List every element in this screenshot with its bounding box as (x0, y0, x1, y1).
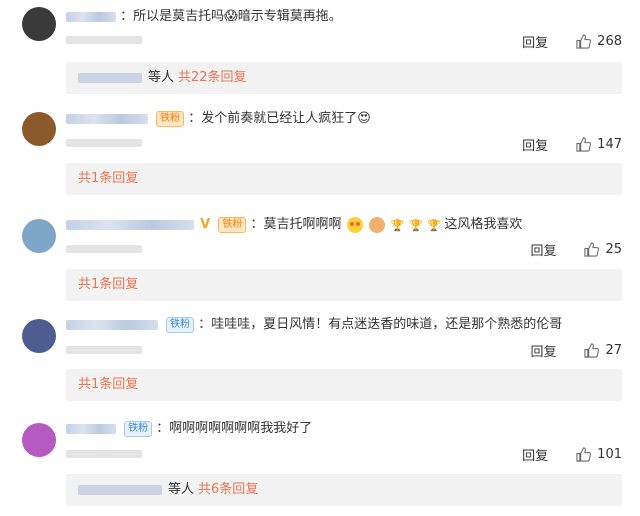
username[interactable] (66, 320, 158, 330)
fan-badge: 铁粉 (166, 317, 195, 333)
username[interactable] (66, 220, 194, 230)
reply-prefix: 等人 (148, 70, 175, 85)
trophy-icon (391, 217, 405, 235)
like-button[interactable]: 268 (576, 34, 622, 49)
reply-button[interactable]: 回复 (522, 135, 548, 154)
reply-button[interactable]: 回复 (522, 32, 548, 51)
avatar[interactable] (22, 219, 56, 253)
avatar[interactable] (22, 319, 56, 353)
reply-button[interactable]: 回复 (522, 445, 548, 464)
reply-summary: 共1条回复 (66, 163, 622, 195)
username[interactable] (66, 424, 116, 434)
comment-line: 铁粉 ：发个前奏就已经让人疯狂了😍 (66, 110, 371, 129)
reply-summary: 共1条回复 (66, 269, 622, 301)
thumbs-up-icon (584, 343, 600, 358)
username[interactable] (66, 12, 116, 22)
comment-line: ：所以是莫吉托吗😱暗示专辑莫再拖。 (66, 8, 342, 27)
view-replies-link[interactable]: 共22条回复 (178, 70, 247, 85)
thumbs-up-icon (576, 137, 592, 152)
reply-button[interactable]: 回复 (530, 240, 556, 259)
like-count: 27 (605, 343, 622, 358)
comment-text: ：所以是莫吉托吗😱暗示专辑莫再拖。 (120, 9, 342, 24)
like-button[interactable]: 101 (576, 447, 622, 462)
username[interactable] (66, 114, 148, 124)
like-button[interactable]: 147 (576, 137, 622, 152)
avatar[interactable] (22, 112, 56, 146)
comment-time (66, 448, 142, 461)
comment-text-extra: 这风格我喜欢 (444, 217, 523, 232)
view-replies-link[interactable]: 共1条回复 (78, 277, 138, 292)
comment-text: ：莫吉托啊啊啊 (250, 217, 342, 232)
comment-time (66, 344, 142, 357)
comment-line: 铁粉 ：哇哇哇，夏日风情！有点迷迭香的味道，还是那个熟悉的伦哥 (66, 316, 562, 335)
comment-text: ：哇哇哇，夏日风情！有点迷迭香的味道，还是那个熟悉的伦哥 (198, 317, 563, 332)
view-replies-link[interactable]: 共1条回复 (78, 377, 138, 392)
like-button[interactable]: 25 (584, 242, 622, 257)
like-count: 101 (597, 447, 622, 462)
like-count: 25 (605, 242, 622, 257)
comment-text: ：啊啊啊啊啊啊啊我我好了 (156, 421, 313, 436)
thumbs-up-icon (576, 447, 592, 462)
comment-text: ：发个前奏就已经让人疯狂了😍 (188, 111, 371, 126)
like-count: 268 (597, 34, 622, 49)
reply-button[interactable]: 回复 (530, 341, 556, 360)
thumbs-up-icon (576, 34, 592, 49)
reply-summary: 等人 共22条回复 (66, 62, 622, 94)
avatar[interactable] (22, 423, 56, 457)
reply-usernames[interactable] (78, 72, 142, 83)
reply-summary: 共1条回复 (66, 369, 622, 401)
trophy-icon (409, 217, 423, 235)
reply-usernames[interactable] (78, 484, 162, 495)
thumbs-up-icon (584, 242, 600, 257)
reply-summary: 等人 共6条回复 (66, 474, 622, 506)
fan-badge: 铁粉 (156, 111, 185, 127)
avatar[interactable] (22, 7, 56, 41)
fan-badge: 铁粉 (124, 421, 153, 437)
comment-line: V 铁粉 ：莫吉托啊啊啊 这风格我喜欢 (66, 216, 522, 235)
reply-prefix: 等人 (168, 482, 195, 497)
heart-eyes-emoji-icon (346, 217, 363, 233)
comment-time (66, 243, 142, 256)
vip-icon: V (200, 217, 211, 232)
comment-line: 铁粉 ：啊啊啊啊啊啊啊我我好了 (66, 420, 312, 439)
comment-time (66, 137, 142, 150)
view-replies-link[interactable]: 共6条回复 (198, 482, 258, 497)
view-replies-link[interactable]: 共1条回复 (78, 171, 138, 186)
comment-time (66, 34, 142, 47)
fan-badge: 铁粉 (218, 217, 247, 233)
emoji-icon (368, 217, 385, 233)
like-count: 147 (597, 137, 622, 152)
trophy-icon (427, 217, 441, 235)
like-button[interactable]: 27 (584, 343, 622, 358)
